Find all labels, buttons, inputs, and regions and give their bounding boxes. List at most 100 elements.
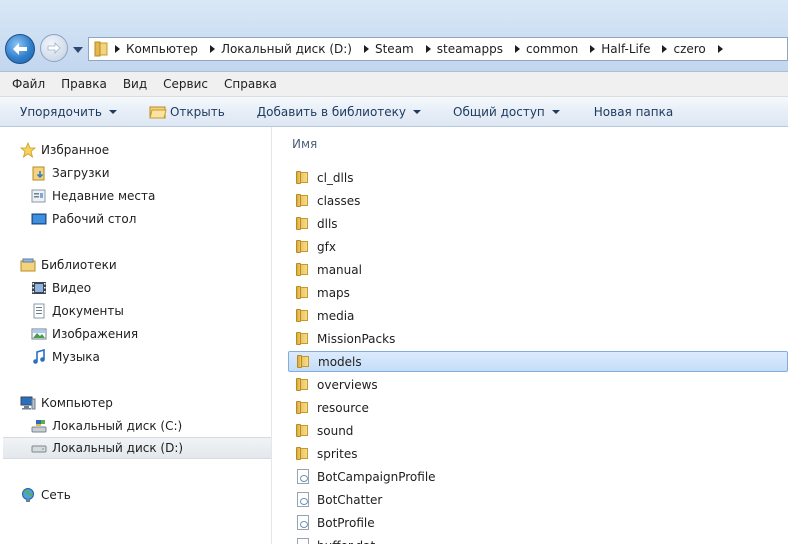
open-button[interactable]: Открыть: [127, 100, 235, 124]
nav-network-label: Сеть: [41, 488, 71, 502]
drive-c-icon: [31, 418, 47, 434]
file-name: MissionPacks: [317, 331, 396, 346]
file-name: resource: [317, 400, 369, 415]
forward-button[interactable]: [40, 34, 68, 62]
open-folder-icon: [149, 104, 167, 120]
recent-pages-button[interactable]: [71, 43, 85, 57]
video-icon: [31, 280, 47, 296]
dropdown-arrow-icon: [551, 109, 560, 114]
file-row[interactable]: classes: [288, 190, 788, 211]
nav-network[interactable]: Сеть: [0, 484, 271, 506]
folder-icon: [295, 331, 311, 347]
folder-icon: [295, 262, 311, 278]
file-row[interactable]: resource: [288, 397, 788, 418]
new-folder-label: Новая папка: [593, 104, 674, 119]
star-icon: [20, 142, 36, 158]
breadcrumb-computer[interactable]: Компьютер: [120, 42, 206, 56]
breadcrumb-czero[interactable]: czero: [667, 42, 713, 56]
nav-libraries-label: Библиотеки: [41, 258, 117, 272]
new-folder-button[interactable]: Новая папка: [570, 100, 683, 124]
file-row[interactable]: manual: [288, 259, 788, 280]
nav-item-desktop[interactable]: Рабочий стол: [0, 208, 271, 230]
folder-icon: [295, 308, 311, 324]
folder-icon: [296, 354, 312, 370]
menu-file[interactable]: Файл: [4, 77, 53, 91]
chevron-down-icon: [73, 47, 83, 53]
menu-edit[interactable]: Правка: [53, 77, 115, 91]
breadcrumb-common[interactable]: common: [520, 42, 586, 56]
file-icon: [295, 469, 311, 485]
arrow-right-icon: [47, 42, 61, 54]
column-header-name[interactable]: Имя: [292, 137, 317, 151]
nav-favorites[interactable]: Избранное: [0, 139, 271, 161]
nav-item-label: Локальный диск (C:): [52, 419, 183, 433]
title-bar: Компьютер Локальный диск (D:) Steam stea…: [0, 0, 788, 72]
folder-icon: [295, 423, 311, 439]
nav-favorites-label: Избранное: [41, 143, 110, 157]
nav-libraries[interactable]: Библиотеки: [0, 254, 271, 276]
drive-d-icon: [31, 440, 47, 456]
dropdown-arrow-icon: [108, 109, 117, 114]
arrow-left-icon: [13, 43, 27, 55]
address-bar[interactable]: Компьютер Локальный диск (D:) Steam stea…: [88, 37, 788, 61]
file-row[interactable]: sound: [288, 420, 788, 441]
nav-item-label: Недавние места: [52, 189, 156, 203]
file-row[interactable]: buffer.dat: [288, 535, 788, 544]
nav-item-documents[interactable]: Документы: [0, 300, 271, 322]
file-row[interactable]: maps: [288, 282, 788, 303]
file-row[interactable]: BotCampaignProfile: [288, 466, 788, 487]
menu-view[interactable]: Вид: [115, 77, 155, 91]
file-row[interactable]: dlls: [288, 213, 788, 234]
file-name: BotProfile: [317, 515, 375, 530]
file-name: classes: [317, 193, 361, 208]
breadcrumb-drive-d[interactable]: Локальный диск (D:): [215, 42, 360, 56]
file-name: dlls: [317, 216, 338, 231]
file-name: BotChatter: [317, 492, 383, 507]
nav-item-label: Изображения: [52, 327, 139, 341]
nav-item-label: Загрузки: [52, 166, 110, 180]
menu-tools[interactable]: Сервис: [155, 77, 216, 91]
breadcrumb-half-life[interactable]: Half-Life: [595, 42, 658, 56]
file-row[interactable]: media: [288, 305, 788, 326]
add-to-library-button[interactable]: Добавить в библиотеку: [235, 100, 431, 124]
desktop-icon: [31, 211, 47, 227]
file-name: cl_dlls: [317, 170, 354, 185]
menu-bar: Файл Правка Вид Сервис Справка: [0, 72, 788, 97]
file-icon: [295, 538, 311, 544]
documents-icon: [31, 303, 47, 319]
add-to-library-label: Добавить в библиотеку: [256, 104, 407, 119]
file-row[interactable]: models: [288, 351, 788, 372]
nav-item-drive-d[interactable]: Локальный диск (D:): [3, 437, 271, 459]
back-button[interactable]: [5, 34, 35, 64]
organize-button[interactable]: Упорядочить: [0, 100, 127, 124]
menu-help[interactable]: Справка: [216, 77, 285, 91]
breadcrumb-steamapps[interactable]: steamapps: [431, 42, 511, 56]
file-row[interactable]: BotChatter: [288, 489, 788, 510]
nav-computer[interactable]: Компьютер: [0, 392, 271, 414]
file-name: sprites: [317, 446, 358, 461]
file-icon: [295, 492, 311, 508]
share-button[interactable]: Общий доступ: [431, 100, 570, 124]
nav-item-music[interactable]: Музыка: [0, 346, 271, 368]
file-name: models: [318, 354, 362, 369]
file-row[interactable]: gfx: [288, 236, 788, 257]
nav-item-recent-places[interactable]: Недавние места: [0, 185, 271, 207]
file-row[interactable]: overviews: [288, 374, 788, 395]
file-name: BotCampaignProfile: [317, 469, 436, 484]
file-row[interactable]: MissionPacks: [288, 328, 788, 349]
file-row[interactable]: BotProfile: [288, 512, 788, 533]
file-row[interactable]: cl_dlls: [288, 167, 788, 188]
music-icon: [31, 349, 47, 365]
nav-item-downloads[interactable]: Загрузки: [0, 162, 271, 184]
library-icon: [20, 257, 36, 273]
share-label: Общий доступ: [453, 104, 545, 119]
nav-item-pictures[interactable]: Изображения: [0, 323, 271, 345]
file-row[interactable]: sprites: [288, 443, 788, 464]
organize-label: Упорядочить: [20, 104, 102, 119]
nav-item-drive-c[interactable]: Локальный диск (C:): [0, 415, 271, 437]
breadcrumb-steam[interactable]: Steam: [369, 42, 422, 56]
navigation-pane: Избранное Загрузки Недавние места Рабочи…: [0, 127, 272, 544]
nav-item-video[interactable]: Видео: [0, 277, 271, 299]
breadcrumb-separator-icon[interactable]: [717, 45, 723, 53]
folder-icon: [295, 170, 311, 186]
